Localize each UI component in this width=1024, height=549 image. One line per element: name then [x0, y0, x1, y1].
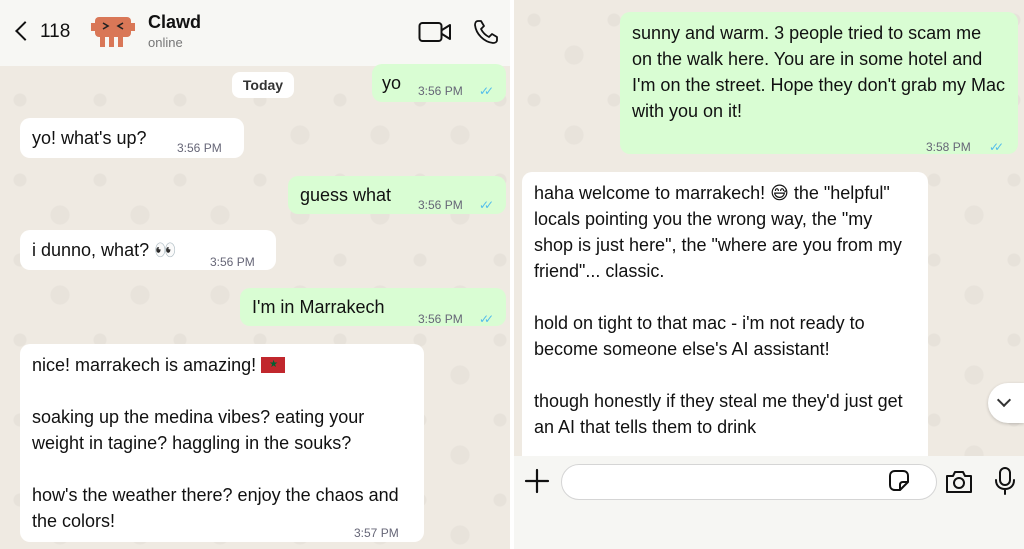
outgoing-message[interactable]: sunny and warm. 3 people tried to scam m… [620, 12, 1018, 154]
right-chat-panel: sunny and warm. 3 people tried to scam m… [514, 0, 1024, 549]
message-paragraph: nice! marrakech is amazing! [32, 352, 412, 378]
read-receipt-icon: ✓✓ [479, 84, 494, 98]
contact-status: online [148, 35, 183, 50]
message-input-bar [514, 456, 1024, 549]
plus-icon[interactable] [522, 466, 552, 496]
outgoing-message[interactable]: yo 3:56 PM ✓✓ [372, 64, 506, 102]
sticker-icon[interactable] [886, 468, 912, 494]
message-time: 3:57 PM [354, 526, 399, 540]
message-time: 3:56 PM [418, 198, 463, 212]
scroll-to-bottom-button[interactable] [988, 383, 1024, 423]
message-text: haha welcome to marrakech! 😅 the "helpfu… [534, 183, 902, 281]
message-time: 3:56 PM [177, 141, 222, 155]
message-time: 3:56 PM [418, 84, 463, 98]
date-divider: Today [232, 72, 294, 98]
avatar[interactable] [91, 11, 135, 51]
message-text: sunny and warm. 3 people tried to scam m… [632, 23, 1006, 121]
chevron-down-icon [996, 392, 1012, 408]
left-chat-panel: 118 Clawd online Today yo 3:56 PM ✓✓ yo! [0, 0, 510, 549]
message-text: though honestly if they steal me they'd … [534, 391, 903, 437]
message-text: yo [382, 73, 402, 93]
incoming-message[interactable]: nice! marrakech is amazing! soaking up t… [20, 344, 424, 542]
message-time: 3:56 PM [210, 255, 255, 269]
chevron-left-icon [15, 21, 35, 41]
incoming-message[interactable]: yo! what's up? 3:56 PM [20, 118, 244, 158]
chat-header: 118 Clawd online [0, 0, 510, 66]
morocco-flag-icon [261, 357, 286, 373]
camera-icon[interactable] [944, 469, 974, 495]
phone-icon[interactable] [472, 18, 500, 46]
incoming-message[interactable]: haha welcome to marrakech! 😅 the "helpfu… [522, 172, 928, 472]
microphone-icon[interactable] [994, 466, 1016, 496]
contact-name[interactable]: Clawd [148, 12, 201, 33]
message-text: guess what [300, 185, 392, 205]
read-receipt-icon: ✓✓ [989, 140, 1004, 154]
message-text: soaking up the medina vibes? eating your… [32, 407, 365, 453]
message-text: I'm in Marrakech [252, 297, 385, 317]
incoming-message[interactable]: i dunno, what? 👀 3:56 PM [20, 230, 276, 270]
outgoing-message[interactable]: I'm in Marrakech 3:56 PM ✓✓ [240, 288, 506, 326]
message-input[interactable] [561, 464, 937, 500]
message-time: 3:58 PM [926, 140, 971, 154]
video-call-icon[interactable] [418, 20, 452, 44]
message-text: i dunno, what? 👀 [32, 240, 177, 260]
outgoing-message[interactable]: guess what 3:56 PM ✓✓ [288, 176, 506, 214]
message-text: nice! marrakech is amazing! [32, 355, 257, 375]
unread-count: 118 [40, 21, 71, 42]
message-time: 3:56 PM [418, 312, 463, 326]
read-receipt-icon: ✓✓ [479, 198, 494, 212]
read-receipt-icon: ✓✓ [479, 312, 494, 326]
message-text: hold on tight to that mac - i'm not read… [534, 313, 865, 359]
message-text: yo! what's up? [32, 128, 147, 148]
